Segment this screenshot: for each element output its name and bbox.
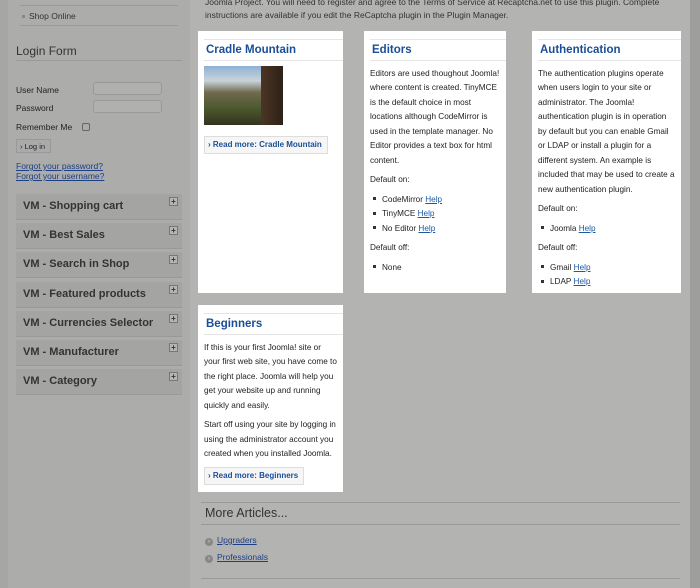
list-item: No Editor Help (370, 222, 500, 237)
intro-text: Joomla Project. You will need to registe… (205, 0, 660, 20)
remember-me-checkbox[interactable] (82, 123, 90, 131)
module-header[interactable]: VM - Featured products + (16, 281, 182, 308)
forgot-username-link[interactable]: Forgot your username? (16, 171, 104, 181)
default-off-label: Default off: (538, 243, 578, 252)
divider (201, 578, 680, 579)
module-header[interactable]: VM - Currencies Selector + (16, 310, 182, 337)
article-body: Editors are used thoughout Joomla! where… (370, 68, 500, 165)
more-articles-title: More Articles... (205, 506, 288, 520)
forgot-password-link[interactable]: Forgot your password? (16, 161, 103, 171)
module-header[interactable]: VM - Shopping cart + (16, 194, 182, 220)
module-title: VM - Category (23, 375, 97, 388)
expand-plus-icon[interactable]: + (169, 226, 178, 236)
module-title: VM - Manufacturer (23, 346, 119, 358)
login-form-title: Login Form (16, 44, 182, 61)
menu-item-label: Shop Online (29, 11, 76, 21)
read-more-label: Read more: Cradle Mountain (212, 139, 322, 149)
article-title[interactable]: Beginners (204, 313, 343, 335)
expand-plus-icon[interactable]: + (169, 197, 178, 206)
help-link[interactable]: Help (574, 263, 591, 272)
default-on-label: Default on: (370, 175, 410, 184)
module-title: VM - Best Sales (23, 229, 105, 242)
default-off-label: Default off: (370, 243, 410, 252)
expand-plus-icon[interactable]: + (169, 343, 178, 352)
username-label: User Name (16, 85, 59, 95)
login-button-label: Log in (24, 142, 46, 151)
item-label: Joomla (550, 223, 577, 233)
read-more-label: Read more: Beginners (212, 470, 299, 480)
menu-item-shop-online[interactable]: Shop Online (20, 5, 178, 26)
list-item: Gmail Help (538, 261, 675, 276)
module-title: VM - Search in Shop (23, 258, 130, 271)
help-link[interactable]: Help (574, 277, 591, 286)
item-label: TinyMCE (382, 209, 416, 218)
expand-plus-icon[interactable]: + (169, 313, 178, 323)
item-label: CodeMirror (382, 194, 423, 204)
article-title[interactable]: Cradle Mountain (204, 39, 343, 61)
expand-plus-icon[interactable]: + (169, 284, 178, 294)
article-beginners: Beginners If this is your first Joomla! … (198, 305, 343, 492)
help-link[interactable]: Help (418, 209, 435, 218)
help-link[interactable]: Help (579, 224, 596, 233)
article-editors: Editors Editors are used thoughout Jooml… (364, 31, 506, 293)
password-label: Password (16, 103, 54, 113)
login-button[interactable]: › Log in (16, 139, 51, 153)
list-item: Joomla Help (538, 222, 675, 237)
cradle-mountain-image (204, 65, 283, 125)
module-header[interactable]: VM - Manufacturer + (16, 340, 182, 366)
module-title: VM - Shopping cart (23, 200, 124, 212)
article-body: If this is your first Joomla! site or yo… (204, 342, 337, 410)
default-on-label: Default on: (538, 204, 578, 213)
article-cradle-mountain: Cradle Mountain › Read more: Cradle Moun… (198, 31, 343, 293)
link-label: Professionals (217, 552, 269, 562)
list-item: None (370, 261, 500, 276)
more-article-link[interactable]: › Professionals (205, 552, 268, 563)
item-label: No Editor (382, 223, 417, 233)
module-title: VM - Featured products (23, 287, 146, 300)
expand-plus-icon[interactable]: + (169, 372, 178, 382)
more-article-link[interactable]: › Upgraders (205, 535, 257, 546)
module-header[interactable]: VM - Best Sales + (16, 223, 182, 250)
bullet-icon (22, 15, 25, 19)
list-item: CodeMirror Help (370, 193, 500, 208)
scrollbar-track[interactable] (690, 0, 700, 588)
article-title[interactable]: Editors (370, 39, 506, 61)
help-link[interactable]: Help (425, 195, 442, 204)
list-item: TinyMCE Help (370, 207, 500, 222)
article-body: The authentication plugins operate when … (538, 68, 675, 194)
remember-me-label: Remember Me (16, 122, 73, 132)
article-body: Start off using your site by logging in … (204, 420, 336, 458)
divider (201, 524, 680, 525)
item-label: Gmail (550, 262, 572, 272)
list-item: LDAP Help (538, 275, 675, 290)
page-edge (0, 0, 8, 588)
read-more-button[interactable]: › Read more: Beginners (204, 466, 305, 485)
help-link[interactable]: Help (418, 224, 435, 233)
item-label: LDAP (550, 277, 572, 286)
module-header[interactable]: VM - Search in Shop + (16, 252, 182, 279)
article-title[interactable]: Authentication (538, 39, 681, 61)
arrow-circle-icon: › (205, 538, 213, 546)
username-input[interactable] (93, 82, 162, 95)
article-authentication: Authentication The authentication plugin… (532, 31, 681, 293)
module-header[interactable]: VM - Category + (16, 369, 182, 396)
module-title: VM - Currencies Selector (23, 316, 154, 329)
link-label: Upgraders (217, 535, 257, 545)
divider (201, 502, 680, 503)
read-more-button[interactable]: › Read more: Cradle Mountain (204, 135, 328, 154)
expand-plus-icon[interactable]: + (169, 255, 178, 265)
arrow-circle-icon: › (205, 555, 213, 563)
password-input[interactable] (93, 100, 162, 113)
